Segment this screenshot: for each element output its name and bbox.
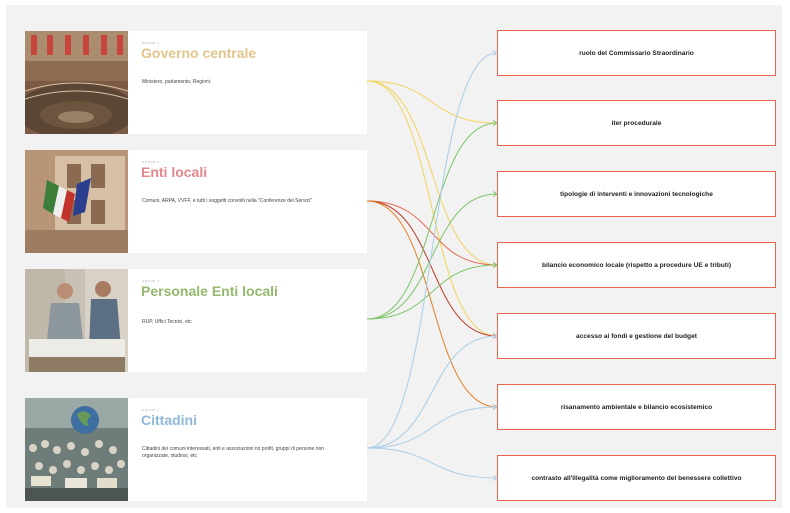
connector-line [366, 200, 498, 408]
connector-layer [366, 50, 498, 481]
connector-line [366, 447, 498, 479]
connector-line [366, 264, 498, 320]
connector-line [366, 80, 498, 337]
diagram-board: GROUP 1 Governo centrale Ministero, parl… [6, 5, 782, 508]
connector-line [366, 80, 498, 266]
connector-line [366, 406, 498, 449]
connector-line [366, 193, 498, 320]
connector-line [366, 122, 498, 320]
connector-line [366, 335, 498, 449]
connector-line [366, 52, 498, 449]
